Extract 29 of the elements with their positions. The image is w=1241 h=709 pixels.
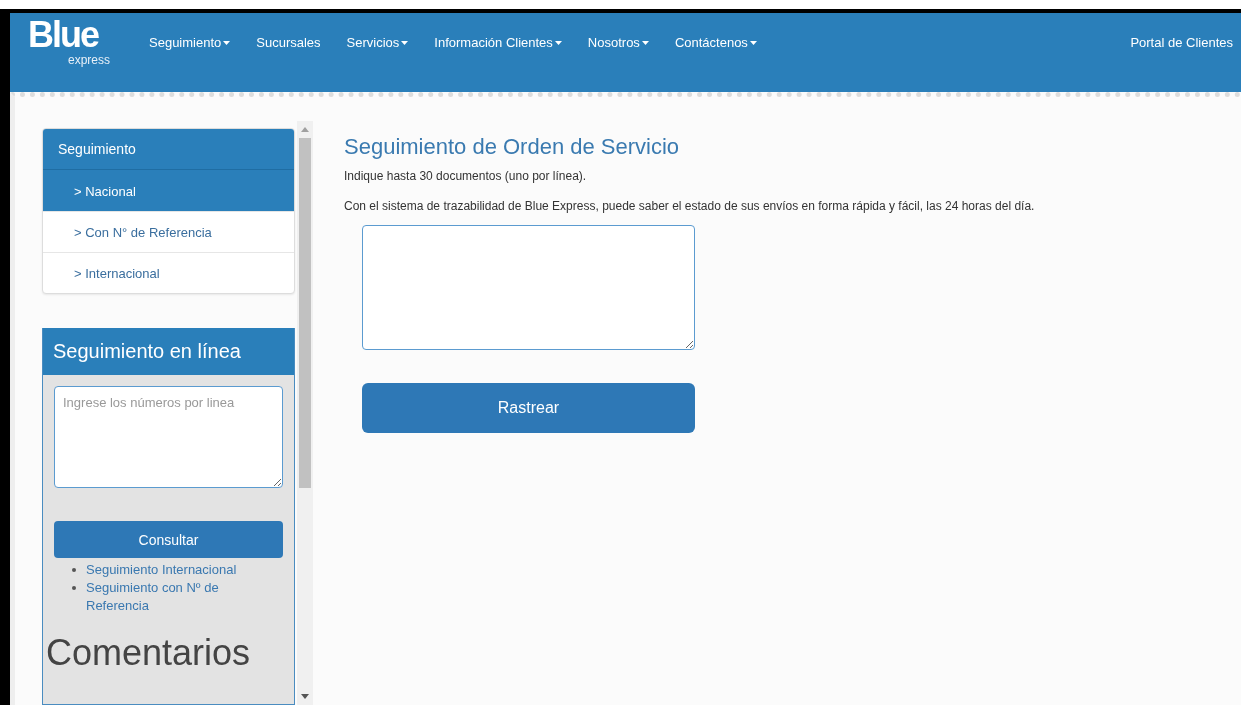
logo-text[interactable]: Blue: [28, 17, 98, 53]
bullet-icon: [72, 586, 76, 590]
menu-item[interactable]: > Nacional: [43, 170, 294, 211]
nav-item[interactable]: Información Clientes: [421, 35, 575, 50]
numbers-input-field[interactable]: Ingrese los números por linea: [54, 386, 283, 488]
tracking-link[interactable]: Seguimiento Internacional: [86, 561, 264, 579]
menu-item[interactable]: > Internacional: [43, 252, 294, 293]
hint-text: Indique hasta 30 documentos (uno por línea).: [344, 169, 588, 183]
description-text: Con el sistema de trazabilidad de Blue Express, puede saber el estado de sus envíos en forma rápida y fácil, las 24 horas del día.: [344, 199, 1035, 213]
panel-title: Seguimiento en línea: [43, 328, 294, 375]
nav-item[interactable]: Contáctenos: [661, 35, 770, 50]
scroll-down-icon[interactable]: [301, 694, 309, 699]
nav-item[interactable]: Seguimiento: [136, 35, 244, 50]
comments-heading: Comentarios: [46, 633, 252, 673]
logo-tagline: express: [68, 53, 111, 67]
track-button[interactable]: Rastrear: [362, 383, 695, 433]
page-title: Seguimiento de Orden de Servicio: [344, 134, 681, 160]
scroll-up-icon[interactable]: [301, 127, 309, 132]
documents-input-field[interactable]: [362, 225, 695, 350]
menu-title: Seguimiento: [43, 129, 294, 170]
nav-item[interactable]: Servicios: [333, 35, 422, 50]
scrollbar[interactable]: [297, 121, 313, 705]
nav-item[interactable]: Nosotros: [574, 35, 662, 50]
tracking-link[interactable]: Seguimiento con Nº de Referencia: [86, 579, 264, 615]
consult-button[interactable]: Consultar: [54, 521, 283, 558]
menu-item[interactable]: > Con N° de Referencia: [43, 211, 294, 252]
nav-item[interactable]: Sucursales: [243, 35, 334, 50]
bullet-icon: [72, 568, 76, 572]
portal-link[interactable]: Portal de Clientes: [1130, 35, 1241, 50]
